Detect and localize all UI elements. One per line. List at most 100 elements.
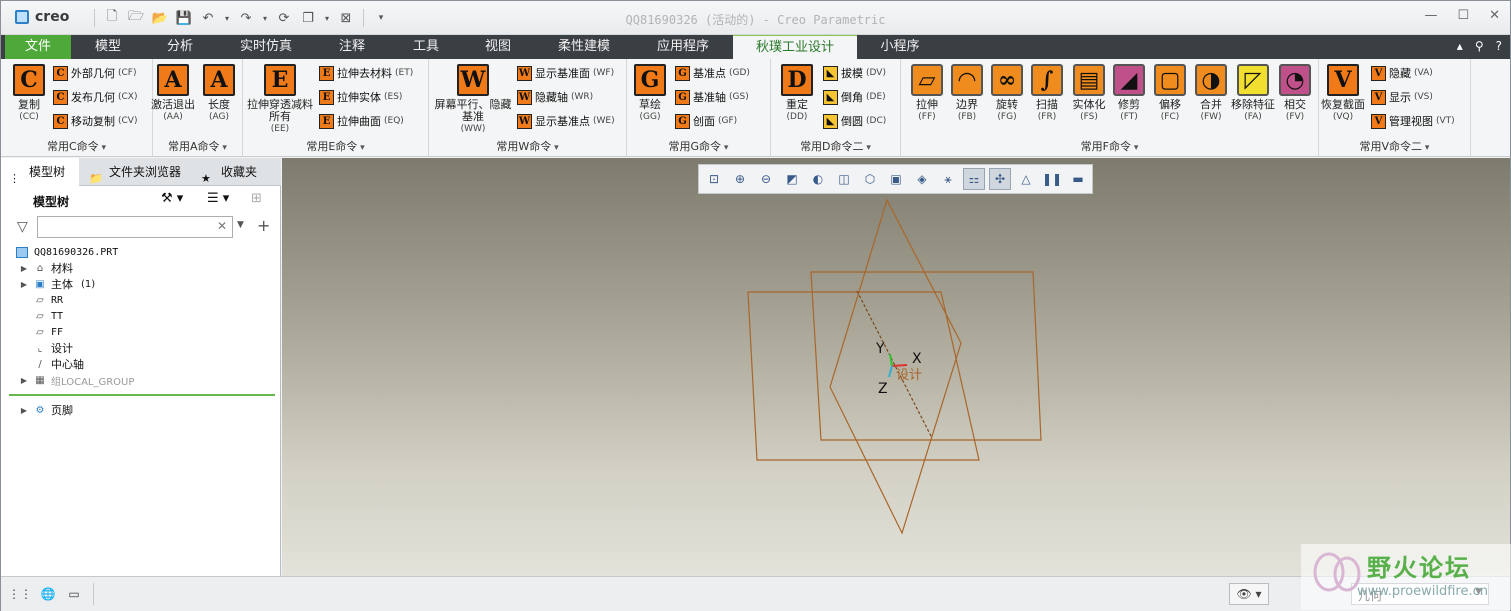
settings-tools-icon[interactable]: ⚒ ▾	[161, 191, 183, 206]
draft-icon: ◣	[823, 65, 838, 81]
coordinate-system[interactable]: X Y Z 设计	[875, 341, 922, 397]
reorient-button[interactable]: D 重定 (DD)	[771, 64, 823, 123]
group-label[interactable]: 常用W命令	[429, 138, 626, 154]
restore-section-button[interactable]: V 恢复截面 (VQ)	[1317, 64, 1369, 123]
round-button[interactable]: ◣ 倒圆 (DC)	[823, 111, 886, 131]
sketch-button[interactable]: G 草绘 (GG)	[625, 64, 675, 123]
tab-file[interactable]: 文件	[5, 35, 71, 59]
tab-live-simulation[interactable]: 实时仿真	[225, 35, 307, 59]
csys-label: 设计	[896, 368, 922, 383]
length-button[interactable]: A 长度 (AG)	[195, 64, 243, 123]
tree-node-plane-tt[interactable]: ▱ TT	[29, 308, 63, 324]
tree-filter-settings-icon[interactable]: ⊞	[251, 191, 262, 206]
tree-node-plane-ff[interactable]: ▱ FF	[29, 324, 63, 340]
group-label[interactable]: 常用V命令二	[1319, 138, 1470, 154]
collapse-ribbon-icon[interactable]: ▴	[1457, 39, 1463, 53]
full-screen-icon[interactable]: ▭	[63, 583, 85, 605]
tab-annotate[interactable]: 注释	[317, 35, 387, 59]
show-navigator-icon[interactable]: ⋮⋮	[8, 583, 32, 605]
graphics-area[interactable]: ⊡ ⊕ ⊖ ◩ ◐ ◫ ⬡ ▣ ◈ ⚹ ⚏ ✣ △ ❚❚ ▬ X Y Z 设计	[282, 158, 1510, 576]
draft-button[interactable]: ◣ 拔模 (DV)	[823, 63, 886, 83]
create-plane-button[interactable]: G 创面 (GF)	[675, 111, 737, 131]
datum-plane-ff[interactable]	[810, 271, 1042, 441]
tree-node-center-axis[interactable]: / 中心轴	[29, 356, 84, 372]
tab-qiupu-design[interactable]: 秋璞工业设计	[733, 35, 857, 59]
tab-flexible-modeling[interactable]: 柔性建模	[541, 35, 627, 59]
v-command-icon: V	[1371, 65, 1386, 81]
filter-dropdown-icon[interactable]: ▼	[237, 220, 244, 230]
copy-button[interactable]: C 复制 (CC)	[1, 64, 57, 123]
button-label: 显示	[1389, 91, 1411, 104]
screen-parallel-hide-datum-button[interactable]: W 屏幕平行、隐藏基准 (WW)	[433, 64, 513, 135]
clear-icon[interactable]: ✕	[217, 219, 227, 233]
group-label[interactable]: 常用D命令二	[771, 138, 900, 154]
extrude-cut-through-all-button[interactable]: E 拉伸穿透减料所有 (EE)	[247, 64, 313, 135]
tab-favorites[interactable]: ★ 收藏夹	[193, 158, 281, 186]
hide-button[interactable]: V 隐藏 (VA)	[1371, 63, 1433, 83]
v-command-icon: V	[1371, 113, 1386, 129]
button-code: (VT)	[1436, 116, 1455, 126]
tab-analysis[interactable]: 分析	[145, 35, 215, 59]
datum-point-button[interactable]: G 基准点 (GD)	[675, 63, 750, 83]
show-datum-plane-button[interactable]: W 显示基准面 (WF)	[517, 63, 614, 83]
tab-applications[interactable]: 应用程序	[637, 35, 729, 59]
expand-arrow-icon[interactable]: ▶	[19, 376, 29, 385]
help-icon[interactable]: ?	[1496, 39, 1502, 53]
hide-axis-button[interactable]: W 隐藏轴 (WR)	[517, 87, 593, 107]
show-datum-point-button[interactable]: W 显示基准点 (WE)	[517, 111, 615, 131]
tab-folder-browser[interactable]: 📁 文件夹浏览器	[81, 158, 191, 186]
tree-node-plane-rr[interactable]: ▱ RR	[29, 292, 63, 308]
maximize-button[interactable]: ☐	[1457, 8, 1469, 23]
show-browser-icon[interactable]: 🌐	[37, 583, 59, 605]
w-command-icon: W	[517, 65, 532, 81]
insert-indicator[interactable]	[9, 394, 275, 396]
tree-node-material[interactable]: ▶ ⌂ 材料	[19, 260, 73, 276]
v-command-icon: V	[1327, 64, 1359, 96]
external-geometry-button[interactable]: C 外部几何 (CF)	[53, 63, 136, 83]
y-axis-line	[889, 353, 893, 367]
extrude-icon: ▱	[911, 64, 943, 96]
tab-model[interactable]: 模型	[73, 35, 143, 59]
move-copy-button[interactable]: C 移动复制 (CV)	[53, 111, 137, 131]
group-common-f: ▱ 拉伸 (FF) ◠ 边界 (FB) ∞ 旋转 (FG) ∫ 扫描 (FR) ▤ 实体化 (FS)…	[901, 59, 1319, 157]
group-label[interactable]: 常用F命令	[901, 138, 1318, 154]
group-label[interactable]: 常用C命令	[1, 138, 152, 154]
expand-arrow-icon[interactable]: ▶	[19, 280, 29, 289]
extrude-solid-button[interactable]: E 拉伸实体 (ES)	[319, 87, 402, 107]
tree-root-part[interactable]: QQ81690326.PRT	[13, 244, 118, 260]
button-label: 隐藏	[1389, 67, 1411, 80]
model-geometry[interactable]: X Y Z 设计	[282, 158, 1510, 576]
group-label[interactable]: 常用E命令	[243, 138, 428, 154]
group-label[interactable]: 常用A命令	[153, 138, 242, 154]
extrude-surface-button[interactable]: E 拉伸曲面 (EQ)	[319, 111, 404, 131]
tree-node-csys[interactable]: ⌞ 设计	[29, 340, 73, 356]
chamfer-button[interactable]: ◣ 倒角 (DE)	[823, 87, 886, 107]
expand-arrow-icon[interactable]: ▶	[19, 264, 29, 273]
tree-node-label: 主体	[51, 278, 73, 291]
tree-search-input[interactable]	[37, 216, 233, 238]
add-filter-icon[interactable]: +	[257, 216, 270, 235]
datum-axis-button[interactable]: G 基准轴 (GS)	[675, 87, 749, 107]
group-label[interactable]: 常用G命令	[627, 138, 770, 154]
selection-filter-binoculars-icon[interactable]: 👁 ▾	[1229, 583, 1269, 605]
tree-node-local-group[interactable]: ▶ ▦ 组LOCAL_GROUP	[19, 372, 134, 388]
intersect-button[interactable]: ◔ 相交 (FV)	[1269, 64, 1321, 123]
tree-node-footer[interactable]: ▶ ⚙ 页脚	[19, 402, 73, 418]
manage-views-button[interactable]: V 管理视图 (VT)	[1371, 111, 1455, 131]
activate-exit-button[interactable]: A 激活退出 (AA)	[149, 64, 197, 123]
show-button[interactable]: V 显示 (VS)	[1371, 87, 1433, 107]
button-label: 拉伸去材料	[337, 67, 392, 80]
tab-tools[interactable]: 工具	[391, 35, 461, 59]
close-button[interactable]: ✕	[1489, 8, 1500, 23]
minimize-button[interactable]: —	[1424, 8, 1437, 23]
search-icon[interactable]: ⚲	[1475, 39, 1484, 53]
show-menu-icon[interactable]: ☰ ▾	[207, 191, 229, 206]
tab-view[interactable]: 视图	[463, 35, 533, 59]
tab-mini-programs[interactable]: 小程序	[863, 35, 937, 59]
publish-geometry-button[interactable]: C 发布几何 (CX)	[53, 87, 137, 107]
expand-arrow-icon[interactable]: ▶	[19, 406, 29, 415]
extrude-remove-material-button[interactable]: E 拉伸去材料 (ET)	[319, 63, 413, 83]
tree-node-body[interactable]: ▶ ▣ 主体 (1)	[19, 276, 95, 292]
datum-plane-tt-frame[interactable]	[747, 291, 980, 461]
tab-model-tree[interactable]: ⋮ 模型树	[1, 158, 79, 186]
